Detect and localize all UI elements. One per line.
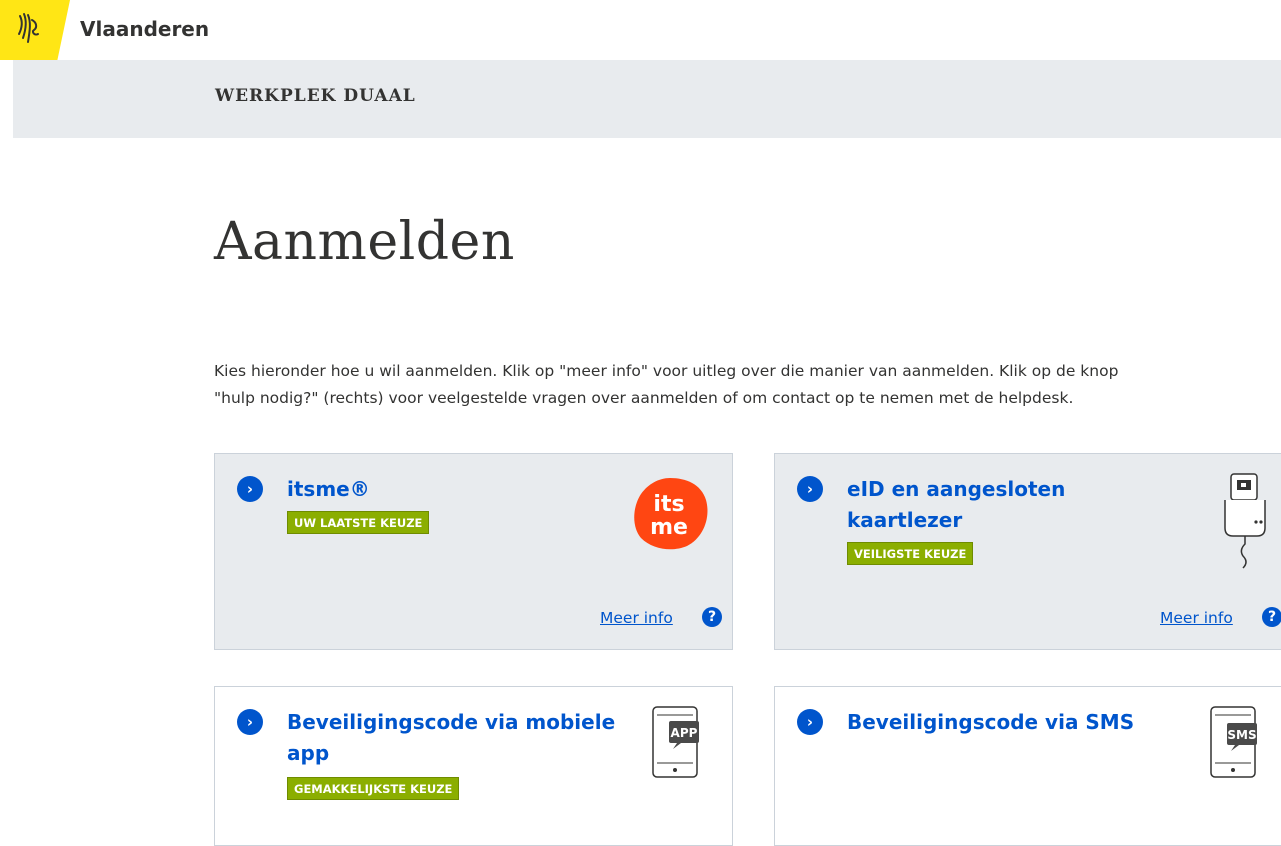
- chevron-right-icon: ›: [237, 476, 263, 502]
- status-badge: UW LAATSTE KEUZE: [287, 511, 430, 534]
- meer-info-link[interactable]: Meer info: [600, 609, 673, 627]
- option-eid[interactable]: › eID en aangesloten kaartlezer VEILIGST…: [774, 453, 1281, 650]
- option-mobile-app[interactable]: › Beveiligingscode via mobiele app GEMAK…: [214, 686, 733, 846]
- status-badge: VEILIGSTE KEUZE: [847, 542, 974, 565]
- option-title-line-1: Beveiligingscode via mobiele: [287, 710, 616, 734]
- sms-label: SMS: [1227, 728, 1256, 742]
- site-header: WERKPLEK DUAAL: [13, 60, 1281, 138]
- app-label: APP: [671, 726, 698, 740]
- sms-phone-icon: SMS: [1210, 706, 1257, 778]
- chevron-right-icon: ›: [237, 709, 263, 735]
- app-phone-icon: APP: [652, 706, 699, 778]
- status-badge: GEMAKKELIJKSTE KEUZE: [287, 777, 460, 800]
- option-itsme[interactable]: › itsme® UW LAATSTE KEUZE its me Meer in…: [214, 453, 733, 650]
- meer-info-link[interactable]: Meer info: [1160, 609, 1233, 627]
- intro-text: Kies hieronder hoe u wil aanmelden. Klik…: [214, 358, 1274, 412]
- help-icon[interactable]: ?: [702, 607, 722, 627]
- intro-line-1: Kies hieronder hoe u wil aanmelden. Klik…: [214, 362, 1119, 380]
- svg-text:me: me: [650, 515, 688, 540]
- option-title-line-1: eID en aangesloten: [847, 477, 1066, 501]
- site-title[interactable]: WERKPLEK DUAAL: [215, 86, 416, 106]
- option-title: Beveiligingscode via mobiele app: [287, 707, 615, 769]
- vlaanderen-bar: Vlaanderen: [0, 0, 1281, 60]
- chevron-right-icon: ›: [797, 709, 823, 735]
- option-title-line-2: app: [287, 741, 330, 765]
- help-icon[interactable]: ?: [1262, 607, 1281, 627]
- brand-name[interactable]: Vlaanderen: [80, 17, 209, 41]
- option-title: itsme®: [287, 477, 370, 501]
- intro-line-2: "hulp nodig?" (rechts) voor veelgestelde…: [214, 389, 1074, 407]
- chevron-right-icon: ›: [797, 476, 823, 502]
- svg-text:its: its: [653, 492, 684, 517]
- option-title: Beveiligingscode via SMS: [847, 710, 1135, 734]
- option-title-line-2: kaartlezer: [847, 508, 963, 532]
- vlaanderen-logo[interactable]: [0, 0, 70, 60]
- itsme-logo: its me: [634, 478, 708, 550]
- page-title: Aanmelden: [214, 212, 515, 272]
- option-title: eID en aangesloten kaartlezer: [847, 474, 1065, 536]
- lion-icon: [18, 13, 39, 43]
- option-sms[interactable]: › Beveiligingscode via SMS SMS: [774, 686, 1281, 846]
- card-reader-icon: [1224, 473, 1266, 569]
